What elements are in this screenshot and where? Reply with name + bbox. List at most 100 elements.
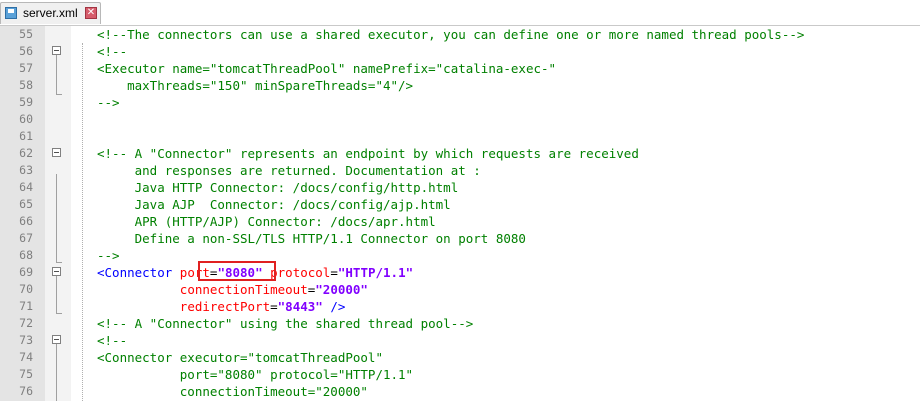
code-token: --> [97,95,120,110]
code-token: /> [330,299,346,314]
line-number: 66 [19,214,33,228]
code-text: Java AJP Connector: /docs/config/ajp.htm… [97,196,451,213]
code-line[interactable]: 76 connectionTimeout="20000" [0,383,920,400]
code-text: port="8080" protocol="HTTP/1.1" [97,366,413,383]
code-text: --> [97,94,120,111]
close-icon[interactable]: ✕ [85,7,97,19]
code-token: and responses are returned. Documentatio… [97,163,481,178]
code-line[interactable]: 73 <!-- [0,332,920,349]
code-token: <Connector executor="tomcatThreadPool" [97,350,383,365]
code-text: connectionTimeout="20000" [97,281,368,298]
line-number: 64 [19,180,33,194]
line-number: 73 [19,333,33,347]
code-text: <Connector executor="tomcatThreadPool" [97,349,383,366]
code-text: Java HTTP Connector: /docs/config/http.h… [97,179,459,196]
code-token: Java AJP Connector: /docs/config/ajp.htm… [97,197,451,212]
code-token: APR (HTTP/AJP) Connector: /docs/apr.html [97,214,436,229]
code-token: <!-- [97,333,128,348]
line-number: 69 [19,265,33,279]
code-line[interactable]: 70 connectionTimeout="20000" [0,281,920,298]
code-token: <!-- [97,44,128,59]
line-number: 65 [19,197,33,211]
tab-server-xml[interactable]: server.xml ✕ [0,2,101,24]
code-line[interactable]: 74 <Connector executor="tomcatThreadPool" [0,349,920,366]
fold-toggle-icon[interactable] [52,335,61,344]
code-line[interactable]: 58 maxThreads="150" minSpareThreads="4"/… [0,77,920,94]
code-line[interactable]: 67 Define a non-SSL/TLS HTTP/1.1 Connect… [0,230,920,247]
line-number: 62 [19,146,33,160]
code-token: "20000" [315,282,368,297]
code-line[interactable]: 68 --> [0,247,920,264]
code-text: and responses are returned. Documentatio… [97,162,481,179]
line-number: 75 [19,367,33,381]
line-number: 68 [19,248,33,262]
code-token: "HTTP/1.1" [337,265,414,280]
code-token: "8443" [277,299,323,314]
tab-label: server.xml [23,6,78,20]
fold-toggle-icon[interactable] [52,148,61,157]
code-token: <Connector [97,265,173,280]
line-number: 58 [19,78,33,92]
code-token: = [330,265,338,280]
code-token: = [270,299,278,314]
code-line[interactable]: 65 Java AJP Connector: /docs/config/ajp.… [0,196,920,213]
save-icon [5,7,17,19]
code-line[interactable]: 59 --> [0,94,920,111]
code-token: protocol [270,265,331,280]
code-line[interactable]: 69 <Connector port="8080" protocol="HTTP/… [0,264,920,281]
line-number: 76 [19,384,33,398]
line-number: 63 [19,163,33,177]
line-number: 71 [19,299,33,313]
code-token: Java HTTP Connector: /docs/config/http.h… [97,180,459,195]
code-text: <!-- [97,43,127,60]
code-line[interactable]: 75 port="8080" protocol="HTTP/1.1" [0,366,920,383]
line-number: 67 [19,231,33,245]
code-token: <Executor name="tomcatThreadPool" namePr… [97,61,557,76]
code-token: "8080" [217,265,263,280]
code-token: <!-- A "Connector" represents an endpoin… [97,146,639,161]
code-line[interactable]: 56 <!-- [0,43,920,60]
code-line[interactable]: 57 <Executor name="tomcatThreadPool" name… [0,60,920,77]
code-text: <!-- A "Connector" using the shared thre… [97,315,473,332]
code-token: --> [97,248,120,263]
code-text: <Connector port="8080" protocol="HTTP/1.… [97,264,413,281]
code-text: Define a non-SSL/TLS HTTP/1.1 Connector … [97,230,526,247]
code-line[interactable]: 60 [0,111,920,128]
tab-bar: server.xml ✕ [0,0,920,26]
line-number: 60 [19,112,33,126]
code-text: <!-- A "Connector" represents an endpoin… [97,145,639,162]
code-token: port="8080" protocol="HTTP/1.1" [97,367,414,382]
line-number: 70 [19,282,33,296]
code-line[interactable]: 72 <!-- A "Connector" using the shared th… [0,315,920,332]
line-number: 55 [19,27,33,41]
code-text: redirectPort="8443" /> [97,298,346,315]
code-line[interactable]: 66 APR (HTTP/AJP) Connector: /docs/apr.h… [0,213,920,230]
code-token: port [179,265,210,280]
line-number: 56 [19,44,33,58]
code-token: <!--The connectors can use a shared exec… [97,27,805,42]
line-number: 72 [19,316,33,330]
line-number: 57 [19,61,33,75]
code-token: redirectPort [179,299,271,314]
code-line[interactable]: 71 redirectPort="8443" /> [0,298,920,315]
line-number: 74 [19,350,33,364]
code-text: <!--The connectors can use a shared exec… [97,26,804,43]
code-token: Define a non-SSL/TLS HTTP/1.1 Connector … [97,231,526,246]
code-line[interactable]: 64 Java HTTP Connector: /docs/config/htt… [0,179,920,196]
code-token: <!-- A "Connector" using the shared thre… [97,316,474,331]
code-token: connectionTimeout [179,282,308,297]
code-line[interactable]: 63 and responses are returned. Documenta… [0,162,920,179]
code-line[interactable]: 62 <!-- A "Connector" represents an endpo… [0,145,920,162]
line-number: 61 [19,129,33,143]
code-line[interactable]: 61 [0,128,920,145]
code-editor[interactable]: 55 <!--The connectors can use a shared ex… [0,26,920,401]
line-number: 59 [19,95,33,109]
fold-toggle-icon[interactable] [52,267,61,276]
code-token: maxThreads="150" minSpareThreads="4"/> [97,78,414,93]
fold-toggle-icon[interactable] [52,46,61,55]
code-line[interactable]: 55 <!--The connectors can use a shared ex… [0,26,920,43]
